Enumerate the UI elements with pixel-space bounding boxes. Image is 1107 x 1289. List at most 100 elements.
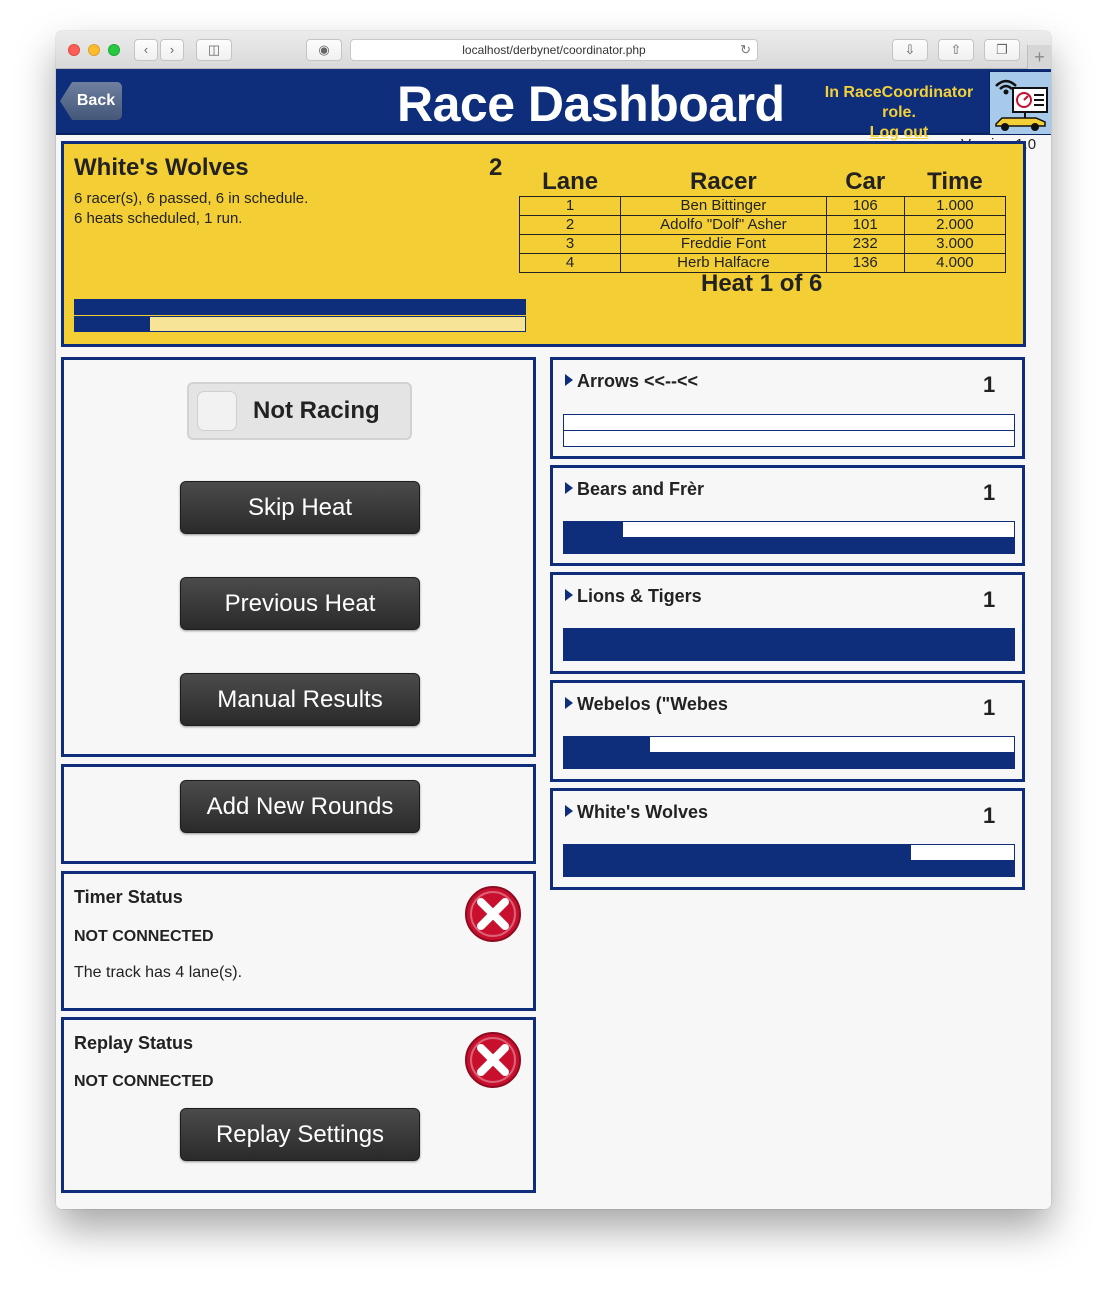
rounds-panel: Add New Rounds: [61, 764, 536, 864]
skip-heat-button[interactable]: Skip Heat: [180, 481, 420, 534]
browser-forward-button[interactable]: ›: [160, 39, 184, 61]
replay-status-title: Replay Status: [74, 1033, 194, 1053]
race-control-panel: Not Racing Skip Heat Previous Heat Manua…: [61, 357, 536, 757]
racer-cell: Adolfo "Dolf" Asher: [620, 214, 827, 235]
column-header-car: Car: [845, 167, 886, 195]
progress-bar-heats: [74, 316, 526, 332]
error-x-icon: [465, 886, 521, 942]
plus-icon: +: [1034, 47, 1045, 67]
url-host: localhost: [462, 43, 510, 57]
round-name[interactable]: Webelos ("Webes: [565, 694, 728, 715]
round-number: 1: [983, 587, 996, 612]
round-name-label: Arrows <<--<<: [577, 371, 699, 391]
round-number: 1: [983, 695, 996, 720]
round-name-label: Webelos ("Webes: [577, 694, 728, 714]
round-panel[interactable]: White's Wolves 1: [550, 788, 1025, 890]
chevron-left-icon: ‹: [143, 42, 149, 57]
tabs-icon: ❐: [996, 42, 1008, 57]
share-icon: ⇧: [950, 42, 962, 57]
role-text: In RaceCoordinator role.: [824, 84, 974, 121]
table-row: 3 Freddie Font 232 3.000: [518, 233, 1007, 254]
replay-status-state: NOT CONNECTED: [74, 1073, 214, 1090]
round-progress-bar: [563, 752, 1015, 769]
timer-lanes-text: The track has 4 lane(s).: [74, 964, 243, 981]
heat-lanes-table: Lane Racer Car Time 1 Ben Bittinger 106 …: [518, 162, 1007, 273]
sidebar-icon: ◫: [207, 42, 221, 57]
privacy-button[interactable]: ◉: [306, 39, 342, 61]
minimize-window-button[interactable]: [88, 44, 100, 56]
round-panel[interactable]: Bears and Frèr 1: [550, 465, 1025, 566]
downloads-button[interactable]: ⇩: [892, 39, 928, 61]
page-content: Back Race Dashboard In RaceCoordinator r…: [56, 69, 1051, 1209]
column-header-time: Time: [927, 167, 983, 195]
racing-toggle[interactable]: Not Racing: [187, 382, 412, 440]
browser-window: ‹ › ◫ ◉ localhost/derbynet/coordinator.p…: [56, 31, 1051, 1209]
role-info: In RaceCoordinator role. Log out: [811, 83, 987, 143]
round-panel[interactable]: Arrows <<--<< 1: [550, 357, 1025, 459]
disclosure-triangle-icon[interactable]: [565, 805, 573, 817]
racer-cell: Ben Bittinger: [620, 195, 827, 216]
round-number: 1: [983, 480, 996, 505]
toggle-knob[interactable]: [197, 391, 237, 431]
manual-results-button[interactable]: Manual Results: [180, 673, 420, 726]
round-panel[interactable]: Lions & Tigers 1: [550, 572, 1025, 674]
share-button[interactable]: ⇧: [938, 39, 974, 61]
progress-bar-passed: [74, 299, 526, 315]
back-button[interactable]: Back: [60, 82, 122, 120]
car-cell: 232: [825, 233, 905, 254]
derbynet-logo: [989, 71, 1051, 134]
previous-heat-button[interactable]: Previous Heat: [180, 577, 420, 630]
progress-fill: [564, 861, 1014, 876]
heat-summary: 6 heats scheduled, 1 run.: [74, 210, 243, 227]
round-panel[interactable]: Webelos ("Webes 1: [550, 680, 1025, 782]
round-progress-bar: [563, 414, 1015, 431]
round-progress-bar: [563, 537, 1015, 554]
address-bar[interactable]: localhost/derbynet/coordinator.php ↻: [350, 39, 758, 61]
disclosure-triangle-icon[interactable]: [565, 482, 573, 494]
round-progress-bar: [563, 521, 1015, 538]
disclosure-triangle-icon[interactable]: [565, 589, 573, 601]
racer-cell: Freddie Font: [620, 233, 827, 254]
table-row: 1 Ben Bittinger 106 1.000: [518, 195, 1007, 216]
round-progress-bar: [563, 628, 1015, 645]
browser-back-button[interactable]: ‹: [134, 39, 158, 61]
zoom-window-button[interactable]: [108, 44, 120, 56]
new-tab-button[interactable]: +: [1027, 45, 1051, 69]
disclosure-triangle-icon[interactable]: [565, 374, 573, 386]
heat-counter: Heat 1 of 6: [701, 270, 823, 297]
progress-fill: [75, 317, 151, 331]
sidebar-toggle-button[interactable]: ◫: [196, 39, 232, 61]
round-name[interactable]: White's Wolves: [565, 802, 708, 823]
timer-status-title: Timer Status: [74, 887, 183, 907]
banner: Back Race Dashboard In RaceCoordinator r…: [56, 69, 1051, 141]
progress-fill: [564, 538, 1014, 553]
round-name[interactable]: Arrows <<--<<: [565, 371, 698, 392]
current-round-number: 2: [489, 154, 503, 181]
progress-fill: [564, 629, 1014, 644]
current-heat-panel: White's Wolves 2 6 racer(s), 6 passed, 6…: [61, 141, 1026, 347]
table-row: 2 Adolfo "Dolf" Asher 101 2.000: [518, 214, 1007, 235]
add-new-rounds-button[interactable]: Add New Rounds: [180, 780, 420, 833]
lane-cell: 3: [518, 233, 622, 254]
url-path: /derbynet/coordinator.php: [509, 43, 646, 57]
progress-fill: [564, 753, 1014, 768]
round-name-label: Bears and Frèr: [577, 479, 705, 499]
lane-cell: 4: [518, 252, 622, 273]
reload-icon[interactable]: ↻: [740, 40, 751, 60]
time-cell: 1.000: [903, 195, 1007, 216]
lane-cell: 2: [518, 214, 622, 235]
close-window-button[interactable]: [68, 44, 80, 56]
round-progress-bar: [563, 860, 1015, 877]
round-number: 1: [983, 372, 996, 397]
page-title: Race Dashboard: [397, 76, 785, 132]
progress-fill: [564, 845, 911, 860]
timer-status-state: NOT CONNECTED: [74, 928, 214, 945]
tabs-overview-button[interactable]: ❐: [984, 39, 1020, 61]
racer-summary: 6 racer(s), 6 passed, 6 in schedule.: [74, 190, 309, 207]
disclosure-triangle-icon[interactable]: [565, 697, 573, 709]
time-cell: 4.000: [903, 252, 1007, 273]
round-name[interactable]: Lions & Tigers: [565, 586, 702, 607]
round-name[interactable]: Bears and Frèr: [565, 479, 704, 500]
car-cell: 106: [825, 195, 905, 216]
replay-settings-button[interactable]: Replay Settings: [180, 1108, 420, 1161]
